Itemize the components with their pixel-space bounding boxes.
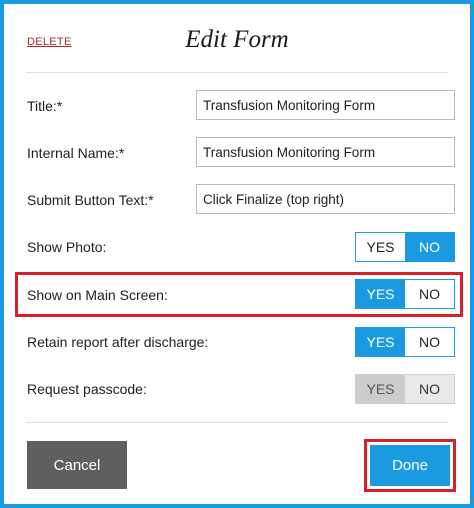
show-photo-toggle: YES NO [355, 232, 455, 262]
show-photo-no[interactable]: NO [405, 233, 454, 261]
header-divider [26, 72, 448, 73]
title-input[interactable] [196, 90, 455, 120]
retain-report-no[interactable]: NO [405, 328, 454, 356]
retain-report-yes[interactable]: YES [356, 328, 405, 356]
request-passcode-toggle: YES NO [355, 374, 455, 404]
footer-divider [26, 422, 448, 423]
show-main-no[interactable]: NO [405, 280, 454, 308]
show-main-yes[interactable]: YES [356, 280, 405, 308]
show-photo-label: Show Photo: [27, 239, 107, 255]
retain-report-label: Retain report after discharge: [27, 334, 209, 350]
edit-form-dialog: DELETE Edit Form Title:* Internal Name:*… [0, 0, 474, 508]
page-title: Edit Form [185, 26, 289, 53]
show-photo-yes[interactable]: YES [356, 233, 405, 261]
internal-name-input[interactable] [196, 137, 455, 167]
request-passcode-yes: YES [356, 375, 405, 403]
request-passcode-no: NO [405, 375, 454, 403]
submit-text-label: Submit Button Text:* [27, 192, 154, 208]
done-button[interactable]: Done [370, 445, 450, 486]
request-passcode-label: Request passcode: [27, 381, 147, 397]
cancel-button[interactable]: Cancel [27, 441, 127, 489]
title-label: Title:* [27, 98, 63, 114]
internal-name-label: Internal Name:* [27, 145, 125, 161]
submit-text-input[interactable] [196, 184, 455, 214]
show-main-label: Show on Main Screen: [27, 287, 168, 303]
retain-report-toggle: YES NO [355, 327, 455, 357]
done-highlight: Done [364, 439, 456, 492]
show-main-toggle: YES NO [355, 279, 455, 309]
